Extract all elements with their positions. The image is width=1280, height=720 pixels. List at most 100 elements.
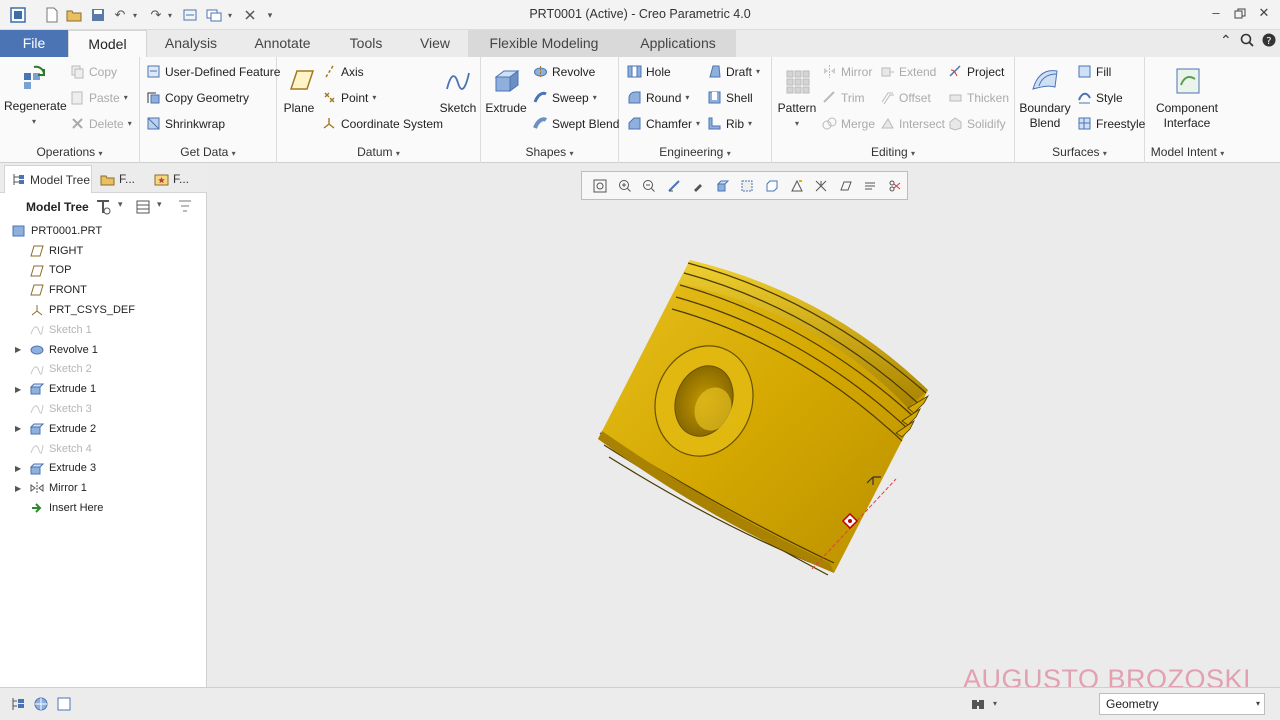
tab-flexible-modeling[interactable]: Flexible Modeling — [468, 30, 620, 57]
tab-model[interactable]: Model — [68, 30, 147, 57]
tree-filters-icon[interactable] — [176, 198, 194, 219]
pan-icon[interactable] — [686, 177, 711, 195]
tree-item[interactable]: ▶ Mirror 1 — [0, 478, 207, 498]
mirror-button[interactable]: Mirror — [822, 64, 872, 79]
tab-file[interactable]: File — [0, 30, 68, 57]
tab-folder-browser[interactable]: F... — [94, 165, 146, 193]
tree-item[interactable]: PRT_CSYS_DEF — [0, 300, 207, 320]
annotation-display-icon[interactable] — [858, 177, 883, 195]
pattern-button[interactable]: Pattern ▾ — [776, 65, 818, 131]
restore-icon[interactable] — [1229, 5, 1251, 23]
group-label-surfaces[interactable]: Surfaces ▾ — [1015, 145, 1144, 159]
group-label-get-data[interactable]: Get Data ▾ — [140, 145, 276, 159]
user-defined-feature-button[interactable]: User-Defined Feature — [146, 64, 280, 79]
minimize-ribbon-icon[interactable]: ⌃ — [1220, 32, 1232, 49]
search-icon[interactable] — [1240, 33, 1254, 50]
tree-item[interactable]: ▶ Extrude 2 — [0, 419, 207, 439]
fill-button[interactable]: Fill — [1077, 64, 1111, 79]
rib-button[interactable]: Rib ▾ — [707, 116, 752, 131]
freestyle-button[interactable]: Freestyle — [1077, 116, 1145, 131]
regenerate-button[interactable]: Regenerate ▾ — [4, 63, 67, 129]
show-columns-icon[interactable] — [134, 198, 152, 219]
tree-item[interactable]: ▶ Extrude 3 — [0, 459, 207, 479]
tab-tools[interactable]: Tools — [330, 30, 402, 57]
hole-button[interactable]: Hole — [627, 64, 671, 79]
show-browser-icon[interactable] — [33, 696, 49, 712]
paste-button[interactable]: Paste ▾ — [70, 90, 128, 105]
tab-model-tree[interactable]: Model Tree — [4, 165, 92, 193]
tab-view[interactable]: View — [402, 30, 468, 57]
group-label-editing[interactable]: Editing ▾ — [772, 145, 1014, 159]
tree-item[interactable]: FRONT — [0, 280, 207, 300]
expand-arrow-icon[interactable]: ▶ — [15, 385, 21, 394]
datum-display-icon[interactable] — [809, 177, 834, 195]
shrinkwrap-button[interactable]: Shrinkwrap — [146, 116, 225, 131]
tab-applications[interactable]: Applications — [620, 30, 736, 57]
coordinate-system-button[interactable]: Coordinate System — [322, 116, 443, 131]
offset-button[interactable]: Offset — [880, 90, 931, 105]
tree-item[interactable]: Insert Here — [0, 498, 207, 518]
tree-item[interactable]: Sketch 3 — [0, 399, 207, 419]
plane-button[interactable]: Plane — [279, 65, 319, 116]
shell-button[interactable]: Shell — [707, 90, 753, 105]
tree-item[interactable]: TOP — [0, 261, 207, 281]
point-button[interactable]: Point ▾ — [322, 90, 376, 105]
axis-button[interactable]: Axis — [322, 64, 364, 79]
style-button[interactable]: Style — [1077, 90, 1123, 105]
delete-button[interactable]: Delete ▾ — [70, 116, 132, 131]
tree-item[interactable]: Sketch 2 — [0, 360, 207, 380]
swept-blend-button[interactable]: Swept Blend — [533, 116, 619, 131]
refit-icon[interactable] — [588, 177, 613, 195]
round-button[interactable]: Round ▾ — [627, 90, 689, 105]
tab-analysis[interactable]: Analysis — [147, 30, 235, 57]
copy-geometry-button[interactable]: Copy Geometry — [146, 90, 249, 105]
selection-filter-select[interactable]: Geometry ▾ — [1099, 693, 1265, 715]
expand-arrow-icon[interactable]: ▶ — [15, 345, 21, 354]
thicken-button[interactable]: Thicken — [948, 90, 1009, 105]
intersect-button[interactable]: Intersect — [880, 116, 945, 131]
sweep-button[interactable]: Sweep ▾ — [533, 90, 597, 105]
help-icon[interactable]: ? — [1262, 33, 1276, 50]
perspective-icon[interactable] — [784, 177, 809, 195]
tab-favorites[interactable]: F... — [148, 165, 202, 193]
group-label-datum[interactable]: Datum ▾ — [277, 145, 480, 159]
tree-settings-dropdown-icon[interactable]: ▾ — [118, 199, 123, 210]
saved-orientations-icon[interactable] — [735, 177, 760, 195]
find-icon[interactable] — [970, 696, 986, 712]
copy-button[interactable]: Copy — [70, 64, 117, 79]
zoom-out-icon[interactable] — [637, 177, 662, 195]
solidify-button[interactable]: Solidify — [948, 116, 1006, 131]
repaint-icon[interactable] — [662, 177, 687, 195]
group-label-model-intent[interactable]: Model Intent ▾ — [1145, 145, 1230, 159]
tree-item[interactable]: ▶ Extrude 1 — [0, 379, 207, 399]
group-label-engineering[interactable]: Engineering ▾ — [619, 145, 771, 159]
graphics-area[interactable] — [208, 163, 1280, 687]
tree-item[interactable]: Sketch 1 — [0, 320, 207, 340]
tree-settings-icon[interactable] — [94, 198, 112, 219]
show-navigator-icon[interactable] — [10, 696, 26, 712]
close-icon[interactable]: ✕ — [1253, 5, 1275, 21]
expand-arrow-icon[interactable]: ▶ — [15, 464, 21, 473]
group-label-operations[interactable]: Operations ▾ — [0, 145, 139, 159]
draft-button[interactable]: Draft ▾ — [707, 64, 760, 79]
merge-button[interactable]: Merge — [822, 116, 875, 131]
expand-arrow-icon[interactable]: ▶ — [15, 424, 21, 433]
tree-item[interactable]: PRT0001.PRT — [0, 221, 207, 241]
tree-item[interactable]: RIGHT — [0, 241, 207, 261]
project-button[interactable]: Project — [948, 64, 1004, 79]
revolve-button[interactable]: Revolve — [533, 64, 595, 79]
boundary-blend-button[interactable]: Boundary Blend — [1017, 65, 1073, 131]
view-manager-icon[interactable] — [760, 177, 785, 195]
tab-annotate[interactable]: Annotate — [235, 30, 330, 57]
show-columns-dropdown-icon[interactable]: ▾ — [157, 199, 162, 210]
spin-center-icon[interactable] — [833, 177, 858, 195]
sketch-button[interactable]: Sketch — [437, 65, 479, 116]
piston-model[interactable] — [208, 163, 1280, 687]
trim-button[interactable]: Trim — [822, 90, 865, 105]
appearance-icon[interactable] — [882, 177, 907, 195]
expand-arrow-icon[interactable]: ▶ — [15, 484, 21, 493]
full-screen-icon[interactable] — [56, 696, 72, 712]
zoom-in-icon[interactable] — [613, 177, 638, 195]
display-style-icon[interactable] — [711, 177, 736, 195]
extrude-button[interactable]: Extrude — [485, 65, 527, 116]
